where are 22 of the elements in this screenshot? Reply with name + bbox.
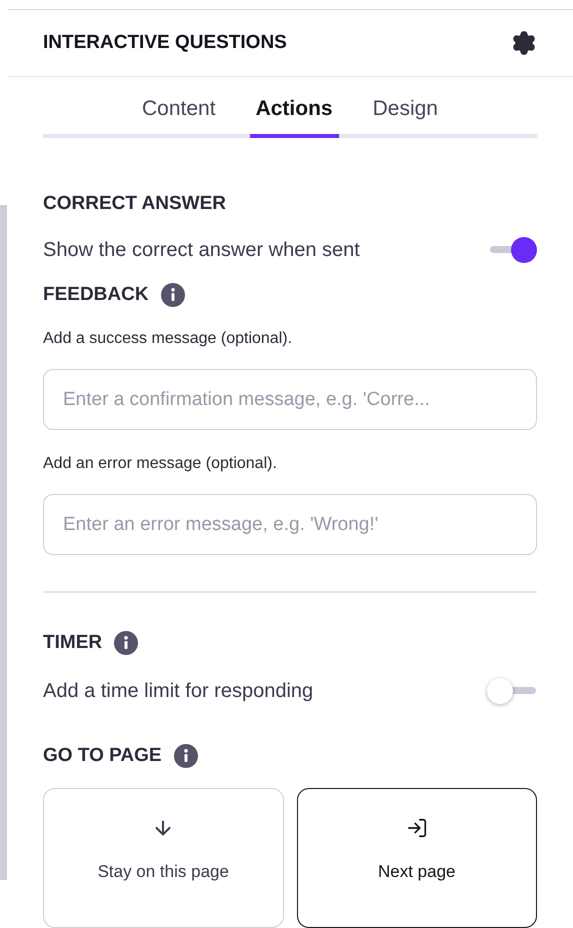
field-label: Add a success message (optional). (43, 329, 294, 349)
info-icon[interactable] (174, 744, 198, 768)
panel-title: INTERACTIVE QUESTIONS (43, 30, 287, 54)
section-heading: FEEDBACK (43, 282, 149, 306)
field-label: Add an error message (optional). (43, 454, 278, 474)
toggle-switch[interactable] (487, 676, 537, 704)
section-heading: CORRECT ANSWER (43, 192, 226, 216)
tab[interactable]: Content (136, 92, 222, 138)
section-heading: GO TO PAGE (43, 744, 162, 768)
section-heading: TIMER (43, 631, 102, 655)
setting-label: Show the correct answer when sent (43, 238, 360, 262)
info-icon[interactable] (160, 282, 185, 307)
settings-icon[interactable] (511, 30, 537, 56)
input-field[interactable]: Enter an error message, e.g. 'Wrong!' (43, 494, 537, 555)
enter-arrow-icon (406, 817, 428, 839)
input-field[interactable]: Enter a confirmation message, e.g. 'Corre... (43, 369, 537, 430)
tab[interactable]: Actions (250, 92, 339, 138)
info-icon[interactable] (114, 631, 138, 656)
page-option-card[interactable]: Next page (296, 788, 537, 928)
page-option-card[interactable]: Stay on this page (43, 788, 284, 928)
tab[interactable]: Design (366, 92, 444, 138)
setting-label: Add a time limit for responding (43, 678, 314, 704)
